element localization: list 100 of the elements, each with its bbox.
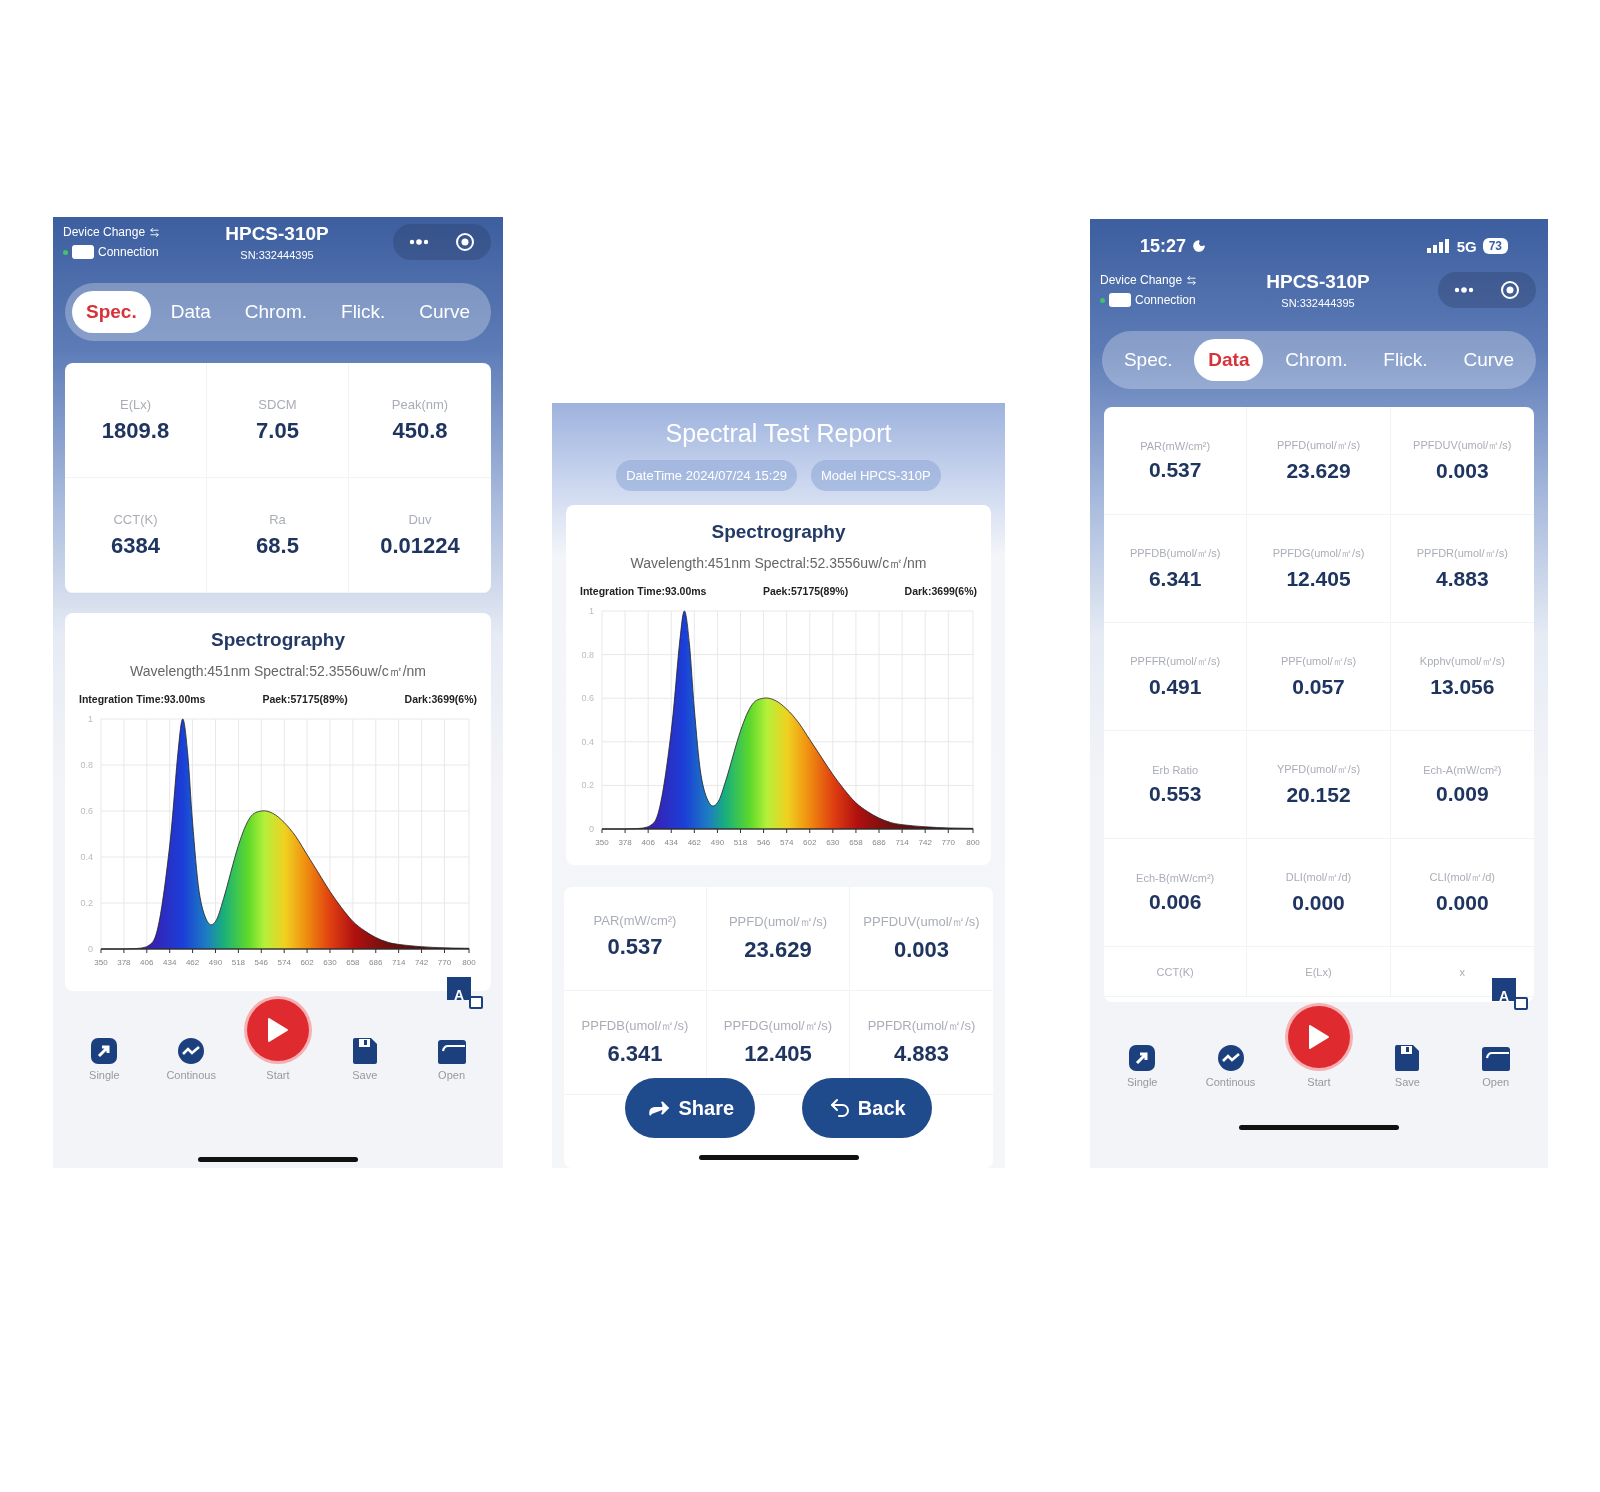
tick-label: 350	[595, 838, 609, 847]
nav-item[interactable]: Continous	[151, 1037, 232, 1081]
nav-item[interactable]: Open	[411, 1039, 492, 1081]
serial-number: SN:332444395	[1281, 297, 1355, 309]
tick-label: 0.6	[581, 693, 594, 704]
metric-label: Peak(nm)	[391, 396, 449, 412]
tick-label: 800	[966, 838, 980, 847]
tick-label: 658	[849, 838, 863, 847]
metric-value: 0.553	[1148, 781, 1202, 806]
metric-label: Ech-B(mW/cm²)	[1136, 871, 1215, 884]
translate-button[interactable]: A	[1492, 978, 1528, 1010]
tick-label: 714	[895, 838, 909, 847]
tab[interactable]: Data	[1194, 339, 1264, 381]
tick-label: 462	[687, 838, 701, 847]
translate-button[interactable]: A	[447, 977, 483, 1009]
chart-subtitle: Wavelength:451nm Spectral:52.3556uw/c㎡/nm	[629, 555, 928, 573]
tick-label: 462	[185, 958, 200, 967]
metric-value: 0.537	[1148, 457, 1202, 482]
tick-label: 434	[163, 958, 177, 967]
tick-label: 434	[664, 838, 678, 847]
metric-value: 12.405	[744, 1041, 812, 1067]
tab[interactable]: Curve	[405, 291, 484, 333]
tab[interactable]: Flick.	[327, 291, 400, 333]
nav-item[interactable]: Open	[1455, 1046, 1536, 1088]
tick-label: 770	[941, 838, 955, 847]
tick-label: 0.4	[581, 736, 594, 747]
tick-label: 574	[277, 958, 291, 967]
metric-label: PPF(umol/㎡/s)	[1280, 654, 1357, 669]
metric-label: CCT(K)	[1156, 965, 1194, 978]
metric-value: 6384	[111, 532, 160, 559]
serial-number: SN:332444395	[240, 249, 314, 261]
tick-label: 0.6	[80, 806, 93, 816]
tick-label: 518	[231, 958, 246, 967]
tick-label: 0.2	[581, 780, 594, 791]
metric-label: PPFDR(umol/㎡/s)	[1416, 546, 1508, 561]
device-change-link[interactable]: Device Change	[1100, 273, 1183, 287]
metric-label: PPFDUV(umol/㎡/s)	[863, 913, 980, 931]
metric-label: PPFDB(umol/㎡/s)	[1129, 546, 1221, 561]
metric-value: 4.883	[893, 1041, 950, 1067]
tab[interactable]: Chrom.	[1271, 339, 1362, 381]
tick-label: 1	[589, 606, 594, 616]
tick-label: 714	[392, 958, 406, 967]
peak-reading: Paek:57175(89%)	[762, 585, 849, 597]
network-type: 5G	[1456, 237, 1477, 255]
metric-label: Ech-A(mW/cm²)	[1423, 763, 1502, 776]
metric-value: 1809.8	[101, 417, 170, 444]
nav-item[interactable]: Single	[64, 1037, 145, 1081]
tab[interactable]: Data	[156, 291, 225, 333]
metric-value: 13.056	[1430, 675, 1495, 699]
metric-label: E(Lx)	[1305, 965, 1332, 978]
metric-label: PAR(mW/cm²)	[1140, 439, 1211, 452]
metric-label: PPFDUV(umol/㎡/s)	[1413, 438, 1512, 453]
dark-reading: Dark:3699(6%)	[904, 585, 977, 597]
tick-label: 742	[414, 958, 429, 967]
metric-label: SDCM	[258, 396, 297, 412]
tab[interactable]: Flick.	[1369, 339, 1442, 381]
metric-value: 0.537	[607, 934, 663, 960]
tick-label: 406	[641, 838, 655, 847]
metric-label: YPFD(umol/㎡/s)	[1276, 762, 1361, 777]
nav-item[interactable]: Save	[1367, 1044, 1448, 1088]
metric-label: CCT(K)	[113, 511, 158, 527]
tick-label: 378	[618, 838, 632, 847]
tab[interactable]: Curve	[1449, 339, 1529, 381]
metric-label: Duv	[408, 511, 432, 527]
tab[interactable]: Spec.	[72, 291, 151, 333]
metric-label: E(Lx)	[119, 396, 152, 412]
metric-value: 4.883	[1436, 567, 1489, 591]
tick-label: 686	[872, 838, 886, 847]
metric-value: 23.629	[744, 937, 812, 963]
back-button[interactable]: Back	[801, 1078, 932, 1138]
tick-label: 800	[462, 958, 476, 967]
metric-label: PPFFR(umol/㎡/s)	[1130, 654, 1221, 669]
metric-value: 68.5	[256, 532, 299, 559]
metric-value: 23.629	[1286, 459, 1351, 483]
tick-label: 0.4	[80, 852, 93, 862]
tick-label: 518	[733, 838, 748, 847]
device-title: HPCS-310P	[1266, 271, 1370, 293]
tick-label: 602	[300, 958, 314, 967]
metric-label: Ra	[269, 511, 286, 527]
nav-item[interactable]: Save	[324, 1037, 405, 1081]
nav-item[interactable]: Continous	[1190, 1044, 1271, 1088]
nav-item[interactable]: Single	[1102, 1044, 1183, 1088]
tab[interactable]: Chrom.	[230, 291, 322, 333]
tick-label: 0.8	[80, 760, 93, 770]
device-change-link[interactable]: Device Change	[63, 225, 146, 239]
chart-subtitle: Wavelength:451nm Spectral:52.3556uw/c㎡/nm	[129, 663, 427, 681]
tick-label: 490	[208, 958, 223, 967]
metric-label: DLI(mol/㎡/d)	[1285, 870, 1352, 885]
metric-value: 7.05	[256, 417, 299, 444]
tick-label: 686	[369, 958, 383, 967]
tick-label: 602	[803, 838, 817, 847]
share-button[interactable]: Share	[625, 1078, 756, 1138]
connection-label: Connection	[98, 245, 159, 259]
tick-label: 378	[117, 958, 131, 967]
metric-label: Kpphv(umol/㎡/s)	[1419, 654, 1505, 669]
peak-reading: Paek:57175(89%)	[262, 693, 348, 705]
tab[interactable]: Spec.	[1109, 339, 1187, 381]
metric-value: 450.8	[392, 417, 448, 444]
tick-label: 490	[710, 838, 725, 847]
tick-label: 546	[756, 838, 771, 847]
